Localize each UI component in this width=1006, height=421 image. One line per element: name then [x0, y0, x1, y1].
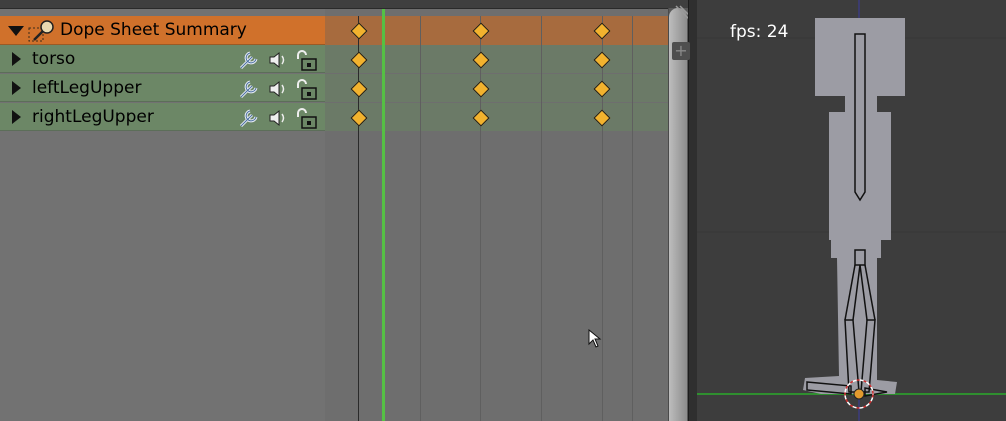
channel-row-torso[interactable]: torso	[0, 45, 325, 73]
channel-keyframe-band	[325, 45, 668, 73]
expand-triangle-icon[interactable]	[12, 110, 21, 124]
speaker-icon[interactable]	[267, 78, 289, 100]
frame-gridline	[358, 16, 359, 421]
speaker-icon[interactable]	[267, 49, 289, 71]
channel-row-leftLegUpper[interactable]: leftLegUpper	[0, 74, 325, 102]
frame-gridline	[420, 16, 421, 421]
fps-readout: fps: 24	[730, 22, 789, 42]
unlock-icon[interactable]	[293, 78, 319, 100]
unlock-icon[interactable]	[293, 107, 319, 129]
unlock-icon[interactable]	[293, 49, 319, 71]
wrench-icon[interactable]	[237, 49, 263, 71]
channel-label: rightLegUpper	[32, 107, 154, 127]
viewport-scene	[697, 0, 1006, 421]
channel-row-rightLegUpper[interactable]: rightLegUpper	[0, 103, 325, 131]
editor-header-strip	[0, 0, 694, 9]
add-plus-icon[interactable]: +	[672, 42, 690, 60]
frame-gridline	[602, 16, 603, 421]
expand-triangle-icon[interactable]	[12, 52, 21, 66]
wrench-icon[interactable]	[237, 107, 263, 129]
collapse-triangle-icon[interactable]	[8, 26, 24, 36]
summary-keyframe-band	[325, 16, 668, 45]
frame-gridline	[632, 16, 633, 421]
current-frame-playhead[interactable]	[382, 8, 385, 421]
channel-keyframe-band	[325, 74, 668, 102]
speaker-icon[interactable]	[267, 107, 289, 129]
summary-label: Dope Sheet Summary	[60, 20, 247, 40]
mouse-pointer-icon	[588, 329, 602, 348]
dope-sheet-editor[interactable]: Dope Sheet Summary torso leftLegUpper ri…	[0, 0, 694, 421]
channel-label: leftLegUpper	[32, 78, 142, 98]
channel-label: torso	[32, 49, 76, 69]
3d-viewport[interactable]	[697, 0, 1006, 421]
vertical-scrollbar-thumb[interactable]	[669, 8, 687, 421]
expand-triangle-icon[interactable]	[12, 81, 21, 95]
frame-gridline	[541, 16, 542, 421]
channel-keyframe-band	[325, 103, 668, 131]
wrench-icon[interactable]	[237, 78, 263, 100]
frame-gridline	[480, 16, 481, 421]
dope-sheet-summary-row[interactable]: Dope Sheet Summary	[0, 16, 325, 45]
summary-key-icon	[28, 20, 54, 42]
